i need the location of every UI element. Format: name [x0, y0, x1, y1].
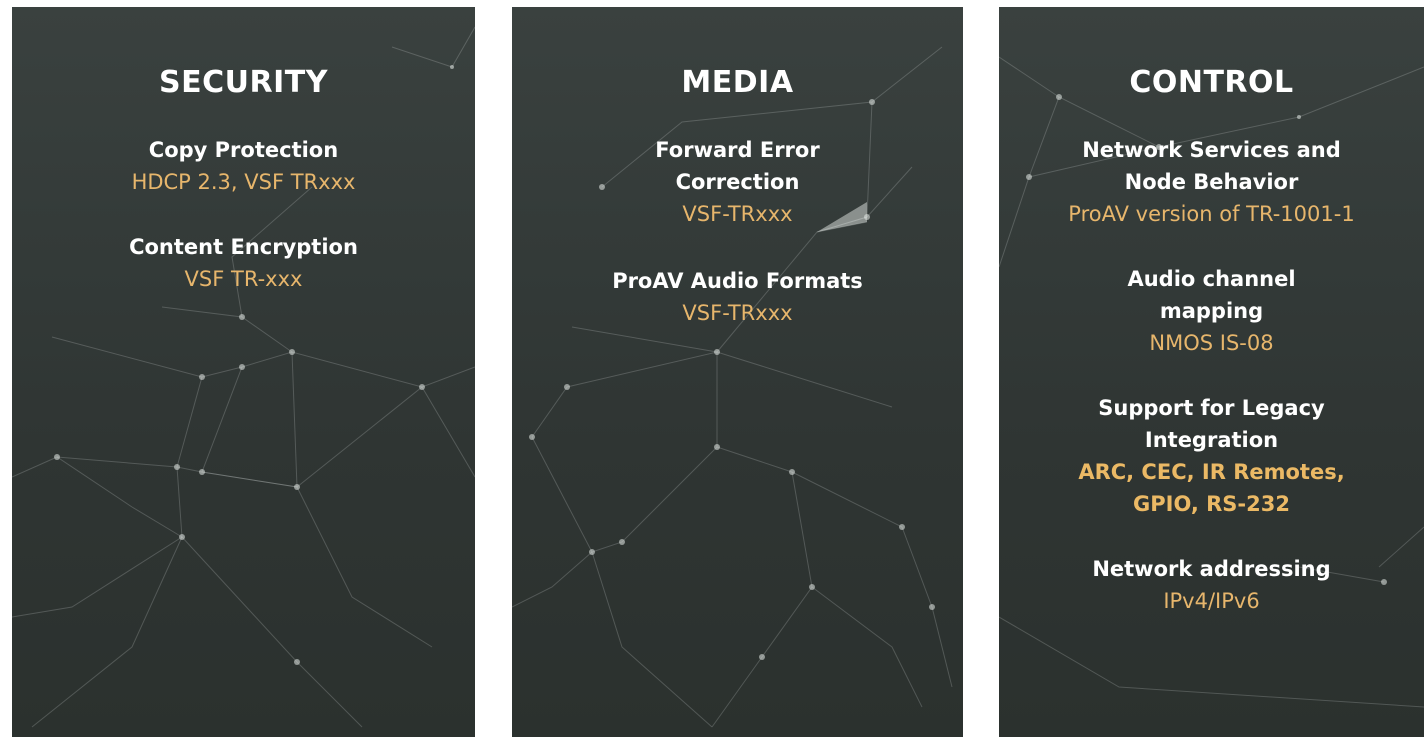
section-detail: VSF TR-xxx: [184, 267, 303, 291]
security-panel: SECURITY Copy Protection HDCP 2.3, VSF T…: [12, 7, 475, 737]
audio-channel-mapping-section: Audio channel mapping NMOS IS-08: [1092, 263, 1332, 359]
security-content: SECURITY Copy Protection HDCP 2.3, VSF T…: [12, 7, 475, 295]
section-heading: Audio channel mapping: [1127, 267, 1296, 323]
section-detail: NMOS IS-08: [1149, 331, 1274, 355]
media-content: MEDIA Forward Error Correction VSF-TRxxx…: [512, 7, 963, 329]
section-heading: Copy Protection: [148, 138, 339, 162]
proav-audio-formats-section: ProAV Audio Formats VSF-TRxxx: [512, 265, 963, 329]
section-detail: IPv4/IPv6: [1163, 589, 1260, 613]
section-heading: Network addressing: [1092, 557, 1331, 581]
network-services-section: Network Services and Node Behavior ProAV…: [1067, 134, 1357, 230]
section-detail: ProAV version of TR-1001-1: [1068, 202, 1355, 226]
control-panel: CONTROL Network Services and Node Behavi…: [999, 7, 1424, 737]
media-panel: MEDIA Forward Error Correction VSF-TRxxx…: [512, 7, 963, 737]
panel-title: MEDIA: [681, 65, 794, 100]
section-detail: HDCP 2.3, VSF TRxxx: [131, 170, 356, 194]
panel-title: SECURITY: [159, 65, 328, 100]
section-heading: Network Services and Node Behavior: [1082, 138, 1341, 194]
forward-error-correction-section: Forward Error Correction VSF-TRxxx: [623, 134, 853, 230]
content-encryption-section: Content Encryption VSF TR-xxx: [12, 231, 475, 295]
network-addressing-section: Network addressing IPv4/IPv6: [999, 553, 1424, 617]
section-heading: Forward Error Correction: [655, 138, 820, 194]
section-detail: VSF-TRxxx: [682, 202, 793, 226]
copy-protection-section: Copy Protection HDCP 2.3, VSF TRxxx: [12, 134, 475, 198]
control-content: CONTROL Network Services and Node Behavi…: [999, 7, 1424, 617]
legacy-integration-section: Support for Legacy Integration ARC, CEC,…: [1062, 392, 1362, 520]
section-heading: Content Encryption: [129, 235, 358, 259]
section-detail: ARC, CEC, IR Remotes, GPIO, RS-232: [1078, 460, 1345, 516]
section-heading: ProAV Audio Formats: [612, 269, 863, 293]
section-detail: VSF-TRxxx: [682, 301, 793, 325]
section-heading: Support for Legacy Integration: [1098, 396, 1325, 452]
panel-title: CONTROL: [1129, 65, 1294, 100]
